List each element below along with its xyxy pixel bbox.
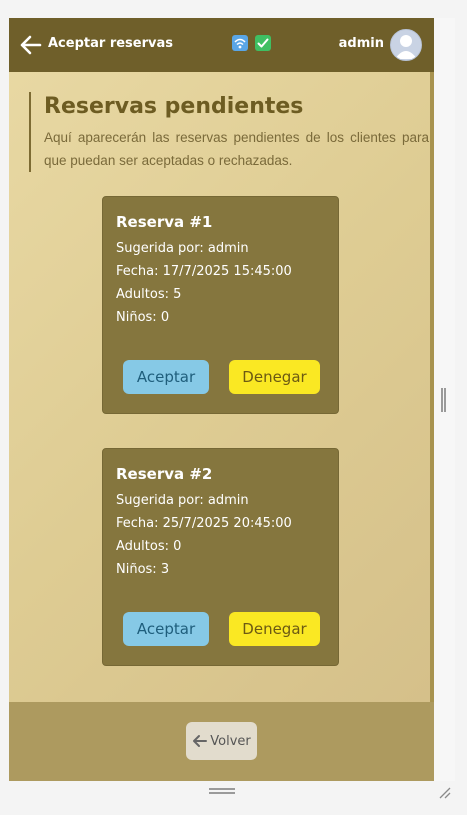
reservation-adults: Adultos: 5 [116, 287, 182, 302]
back-arrow-icon[interactable] [19, 34, 43, 56]
app-frame: Aceptar reservas admin Reservas pendient… [9, 18, 434, 781]
accept-button[interactable]: Aceptar [123, 612, 209, 646]
user-avatar-icon[interactable] [390, 29, 422, 61]
page-title: Aceptar reservas [48, 36, 173, 51]
accept-button[interactable]: Aceptar [123, 360, 209, 394]
footer: Volver [9, 702, 434, 781]
back-button-label: Volver [210, 733, 251, 749]
main-content: Reservas pendientes Aquí aparecerán las … [9, 72, 430, 702]
back-button[interactable]: Volver [186, 722, 257, 760]
reservation-card: Reserva #1 Sugerida por: admin Fecha: 17… [102, 196, 339, 414]
vertical-resize-grip-icon[interactable] [441, 388, 446, 412]
wifi-icon [232, 35, 248, 51]
reservation-title: Reserva #1 [116, 213, 213, 231]
reservation-adults: Adultos: 0 [116, 539, 182, 554]
top-bar: Aceptar reservas admin [9, 18, 434, 72]
reservation-suggested-by: Sugerida por: admin [116, 241, 249, 256]
resize-corner-icon[interactable] [437, 784, 451, 799]
intro-section: Reservas pendientes Aquí aparecerán las … [29, 92, 429, 172]
status-icons [232, 35, 273, 54]
reservation-suggested-by: Sugerida por: admin [116, 493, 249, 508]
section-heading: Reservas pendientes [44, 94, 304, 119]
reservation-children: Niños: 3 [116, 562, 170, 577]
reservation-card: Reserva #2 Sugerida por: admin Fecha: 25… [102, 448, 339, 666]
arrow-left-icon [193, 735, 208, 747]
deny-button[interactable]: Denegar [229, 612, 320, 646]
section-description: Aquí aparecerán las reservas pendientes … [44, 130, 429, 168]
reservation-date: Fecha: 17/7/2025 15:45:00 [116, 264, 292, 279]
reservation-children: Niños: 0 [116, 310, 170, 325]
horizontal-resize-grip-icon[interactable] [209, 788, 235, 794]
user-name: admin [338, 36, 384, 51]
reservation-date: Fecha: 25/7/2025 20:45:00 [116, 516, 292, 531]
check-icon [255, 35, 272, 51]
reservation-title: Reserva #2 [116, 465, 213, 483]
deny-button[interactable]: Denegar [229, 360, 320, 394]
